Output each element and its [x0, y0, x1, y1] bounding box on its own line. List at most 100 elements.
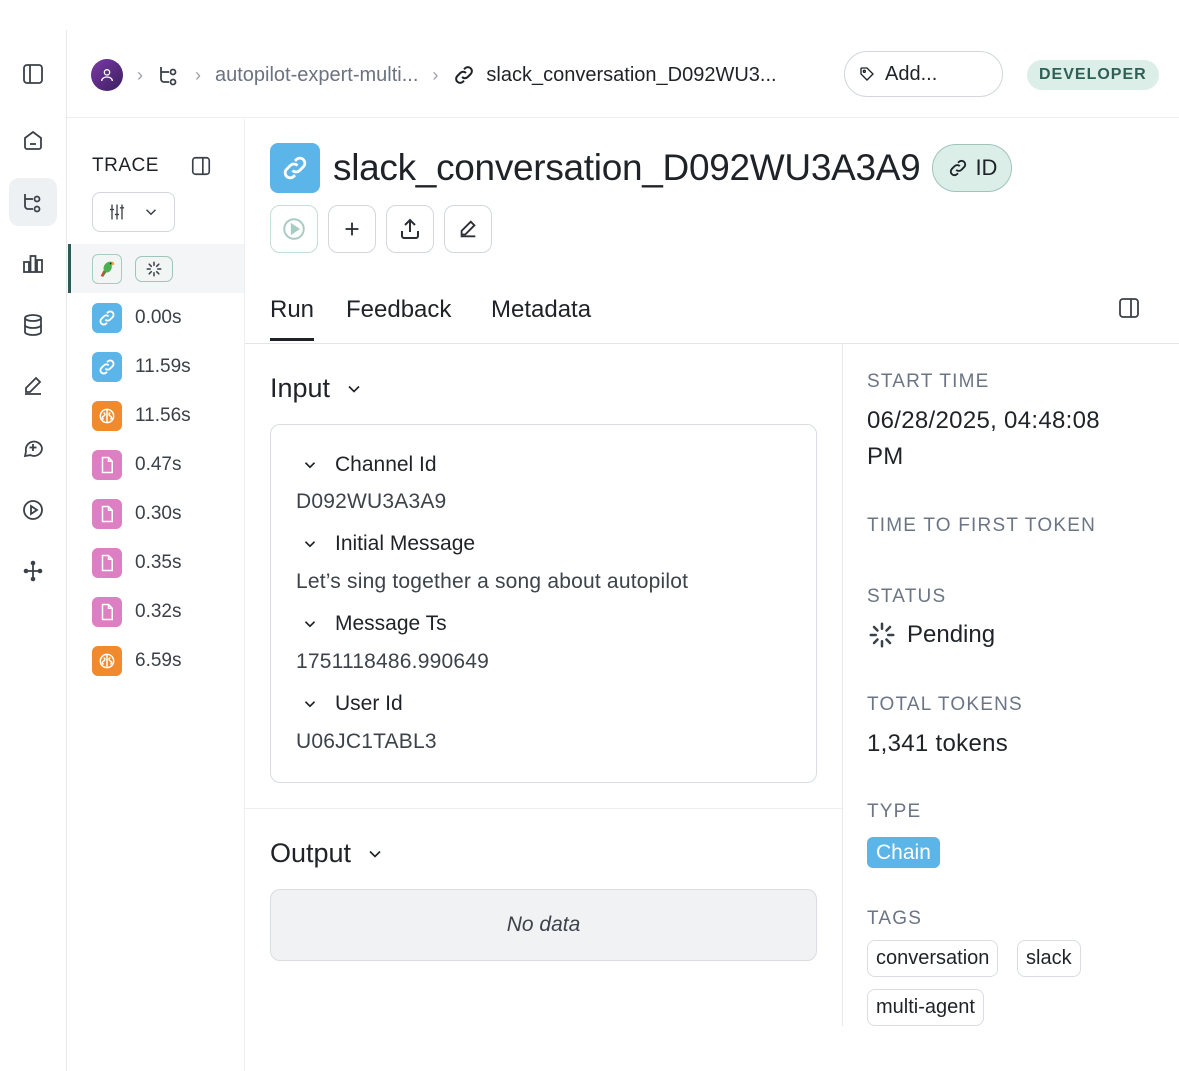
trace-row-duration: 6.59s	[135, 649, 182, 671]
chevron-right-icon: ›	[195, 64, 201, 85]
deployments-icon[interactable]	[9, 547, 57, 595]
field-toggle-channel-id[interactable]: Channel Id	[301, 453, 437, 477]
tab-bar: Run Feedback Metadata	[245, 290, 1179, 344]
field-value: Let’s sing together a song about autopil…	[296, 570, 689, 593]
chevron-down-icon	[348, 385, 360, 393]
tag-chip[interactable]: slack	[1017, 940, 1081, 977]
play-icon	[283, 218, 305, 240]
document-icon	[92, 547, 122, 578]
field-value: 1751118486.990649	[296, 650, 489, 673]
field-toggle-initial-message[interactable]: Initial Message	[301, 532, 475, 556]
breadcrumb-project[interactable]: autopilot-expert-multi...	[215, 64, 418, 87]
run-title-bar: slack_conversation_D092WU3A3A9 ID	[270, 143, 1013, 193]
prompts-icon[interactable]	[9, 424, 57, 472]
datasets-icon[interactable]	[9, 301, 57, 349]
link-icon	[452, 63, 476, 87]
field-toggle-message-ts[interactable]: Message Ts	[301, 612, 447, 636]
start-time-label: START TIME	[867, 371, 990, 392]
divider	[245, 808, 842, 809]
trace-row[interactable]: 6.59s	[68, 636, 244, 685]
tracing-project-icon[interactable]	[157, 63, 181, 87]
tag-chip[interactable]: multi-agent	[867, 989, 984, 1026]
status-label: STATUS	[867, 586, 947, 607]
copy-id-button[interactable]: ID	[932, 144, 1013, 192]
pending-spinner-icon	[869, 622, 895, 648]
annotation-icon[interactable]	[9, 362, 57, 410]
trace-row-duration: 11.56s	[135, 404, 191, 426]
tags-label: TAGS	[867, 908, 923, 929]
playground-icon[interactable]	[9, 486, 57, 534]
trace-row[interactable]: 11.56s	[68, 391, 244, 440]
sidebar-toggle-icon[interactable]	[9, 50, 57, 98]
add-to-button[interactable]	[328, 205, 376, 253]
avatar[interactable]	[91, 59, 123, 91]
playground-button[interactable]	[270, 205, 318, 253]
add-tag-label: Add...	[885, 62, 938, 85]
page-title: slack_conversation_D092WU3A3A9	[333, 147, 921, 188]
output-box: No data	[270, 889, 817, 961]
document-icon	[92, 596, 122, 627]
tag-icon	[860, 67, 874, 81]
add-tag-button[interactable]: Add...	[844, 51, 1003, 97]
toggle-details-panel-icon[interactable]	[1117, 296, 1141, 325]
document-icon	[92, 449, 122, 480]
breadcrumb: › › autopilot-expert-multi... › slack_co…	[91, 58, 777, 92]
annotate-button[interactable]	[444, 205, 492, 253]
ttft-label: TIME TO FIRST TOKEN	[867, 515, 1097, 536]
trace-row[interactable]: 0.35s	[68, 538, 244, 587]
chevron-down-icon	[369, 850, 381, 858]
output-section-toggle[interactable]: Output	[270, 838, 385, 869]
trace-row[interactable]: 0.00s	[68, 293, 244, 342]
status-value: Pending	[867, 620, 995, 650]
input-box: Channel Id D092WU3A3A9 Initial Message L…	[270, 424, 817, 783]
trace-row[interactable]: 0.30s	[68, 489, 244, 538]
trace-row-duration: 0.00s	[135, 306, 182, 328]
trace-row[interactable]: 0.32s	[68, 587, 244, 636]
home-icon[interactable]	[9, 116, 57, 164]
trace-row-duration: 0.35s	[135, 551, 182, 573]
trace-row-root[interactable]	[68, 244, 244, 293]
input-section-toggle[interactable]: Input	[270, 373, 364, 404]
type-badge: Chain	[867, 837, 940, 868]
chevron-down-icon	[304, 621, 316, 628]
trace-row-duration: 0.47s	[135, 453, 182, 475]
status-text: Pending	[907, 621, 996, 648]
tab-run[interactable]: Run	[270, 296, 315, 341]
field-key: Channel Id	[335, 453, 437, 476]
developer-badge: DEVELOPER	[1027, 60, 1159, 90]
divider	[842, 344, 843, 1026]
field-value: U06JC1TABL3	[296, 730, 437, 753]
trace-row-duration: 11.59s	[135, 355, 191, 377]
chevron-down-icon	[304, 462, 316, 469]
field-toggle-user-id[interactable]: User Id	[301, 692, 403, 716]
monitoring-icon[interactable]	[9, 240, 57, 288]
tracing-projects-icon[interactable]	[9, 178, 57, 226]
chevron-right-icon: ›	[137, 64, 143, 85]
llm-brain-icon	[92, 645, 122, 676]
trace-row[interactable]: 0.47s	[68, 440, 244, 489]
input-title: Input	[270, 373, 331, 403]
trace-row[interactable]: 11.59s	[68, 342, 244, 391]
field-value: D092WU3A3A9	[296, 490, 447, 513]
field-key: User Id	[335, 692, 403, 715]
llm-brain-icon	[92, 400, 122, 431]
tag-chip[interactable]: conversation	[867, 940, 999, 977]
output-empty-text: No data	[506, 913, 581, 936]
trace-row-duration: 0.32s	[135, 600, 182, 622]
breadcrumb-run[interactable]: slack_conversation_D092WU3...	[486, 64, 776, 87]
sliders-icon	[109, 204, 124, 220]
share-button[interactable]	[386, 205, 434, 253]
link-icon	[950, 159, 967, 177]
plus-icon	[345, 222, 359, 236]
tab-metadata[interactable]: Metadata	[491, 296, 591, 324]
trace-row-duration: 0.30s	[135, 502, 182, 524]
total-tokens-label: TOTAL TOKENS	[867, 694, 1023, 715]
trace-filter-dropdown[interactable]	[92, 192, 175, 232]
tab-feedback[interactable]: Feedback	[346, 296, 451, 324]
field-key: Message Ts	[335, 612, 447, 635]
field-key: Initial Message	[335, 532, 476, 555]
chevron-down-icon	[304, 541, 316, 548]
collapse-panel-icon[interactable]	[190, 155, 212, 182]
pencil-icon	[460, 220, 476, 238]
chevron-down-icon	[304, 701, 316, 708]
